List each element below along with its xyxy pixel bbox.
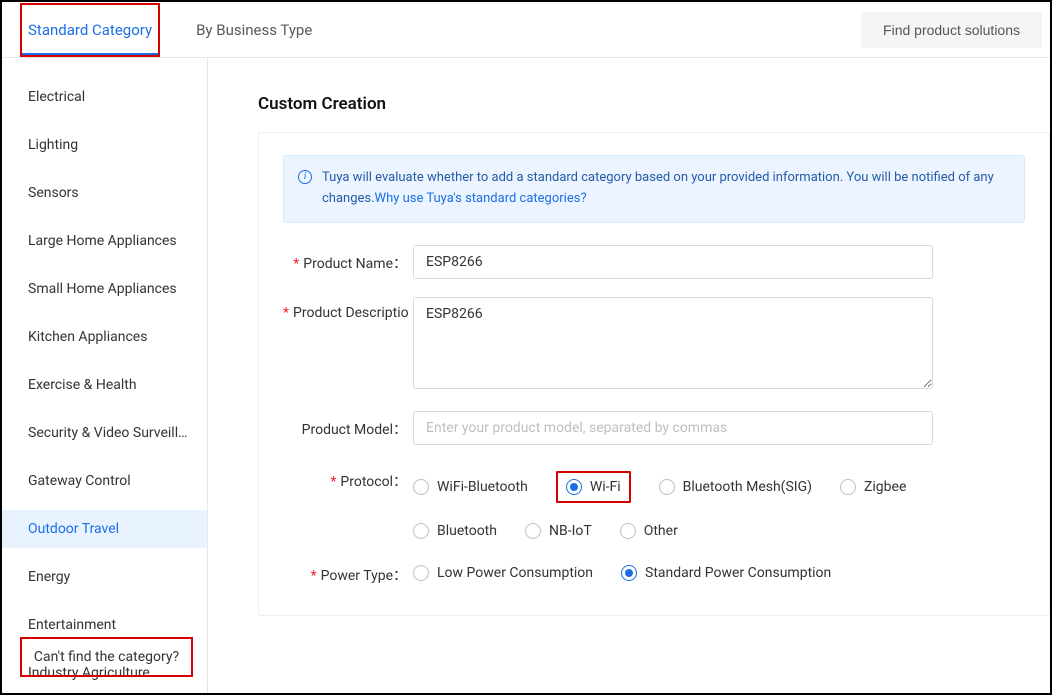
page-title: Custom Creation	[258, 94, 1050, 114]
row-product-model: Product Model：	[283, 411, 1025, 445]
radio-icon	[413, 523, 429, 539]
label-protocol: *Protocol：	[283, 463, 413, 491]
radio-icon	[413, 565, 429, 581]
radio-icon	[621, 565, 637, 581]
protocol-nbiot[interactable]: NB-IoT	[525, 523, 592, 539]
layout: Electrical Lighting Sensors Large Home A…	[2, 58, 1050, 693]
sidebar-item-large-home-appliances[interactable]: Large Home Appliances	[2, 222, 207, 260]
power-type-radio-group: Low Power Consumption Standard Power Con…	[413, 557, 1025, 581]
product-name-input[interactable]	[413, 245, 933, 279]
power-low[interactable]: Low Power Consumption	[413, 565, 593, 581]
label-product-description: *Product Descriptio	[283, 297, 413, 321]
radio-label: Bluetooth Mesh(SIG)	[683, 479, 812, 495]
form-card: i Tuya will evaluate whether to add a st…	[258, 132, 1050, 616]
find-product-solutions-button[interactable]: Find product solutions	[861, 12, 1042, 48]
radio-icon	[840, 479, 856, 495]
power-standard[interactable]: Standard Power Consumption	[621, 565, 831, 581]
radio-label: Other	[644, 523, 678, 539]
product-description-input[interactable]: ESP8266	[413, 297, 933, 389]
label-power-type: *Power Type：	[283, 557, 413, 585]
radio-label: Wi-Fi	[590, 479, 621, 495]
cant-find-category-link[interactable]: Can't find the category?	[20, 637, 193, 677]
protocol-wifi-bluetooth[interactable]: WiFi-Bluetooth	[413, 471, 528, 503]
info-banner-text: Tuya will evaluate whether to add a stan…	[322, 168, 1010, 210]
tab-by-business-type[interactable]: By Business Type	[190, 3, 318, 57]
radio-label: Bluetooth	[437, 523, 497, 539]
top-bar: Standard Category By Business Type Find …	[2, 2, 1050, 58]
row-product-name: *Product Name：	[283, 245, 1025, 279]
protocol-zigbee[interactable]: Zigbee	[840, 471, 906, 503]
row-power-type: *Power Type： Low Power Consumption Stand…	[283, 557, 1025, 585]
radio-icon	[620, 523, 636, 539]
radio-label: Zigbee	[864, 479, 906, 495]
radio-label: WiFi-Bluetooth	[437, 479, 528, 495]
protocol-bluetooth[interactable]: Bluetooth	[413, 523, 497, 539]
radio-icon	[413, 479, 429, 495]
protocol-bluetooth-mesh[interactable]: Bluetooth Mesh(SIG)	[659, 471, 812, 503]
protocol-wifi[interactable]: Wi-Fi	[556, 471, 631, 503]
info-icon: i	[298, 170, 312, 184]
sidebar-item-gateway-control[interactable]: Gateway Control	[2, 462, 207, 500]
label-product-model: Product Model：	[283, 411, 413, 439]
radio-icon	[566, 479, 582, 495]
radio-label: NB-IoT	[549, 523, 592, 539]
radio-icon	[659, 479, 675, 495]
row-protocol: *Protocol： WiFi-Bluetooth Wi-Fi	[283, 463, 1025, 539]
product-model-input[interactable]	[413, 411, 933, 445]
sidebar-item-exercise-health[interactable]: Exercise & Health	[2, 366, 207, 404]
label-product-name: *Product Name：	[283, 245, 413, 273]
protocol-radio-group-2: Bluetooth NB-IoT Other	[413, 515, 1025, 539]
sidebar-item-kitchen-appliances[interactable]: Kitchen Appliances	[2, 318, 207, 356]
sidebar: Electrical Lighting Sensors Large Home A…	[2, 58, 208, 693]
protocol-radio-group: WiFi-Bluetooth Wi-Fi Bluetooth Mesh(SIG)	[413, 463, 1025, 503]
main: Custom Creation i Tuya will evaluate whe…	[208, 58, 1050, 693]
row-product-description: *Product Descriptio ESP8266	[283, 297, 1025, 393]
radio-icon	[525, 523, 541, 539]
sidebar-item-small-home-appliances[interactable]: Small Home Appliances	[2, 270, 207, 308]
info-banner: i Tuya will evaluate whether to add a st…	[283, 155, 1025, 223]
banner-link[interactable]: Why use Tuya's standard categories?	[375, 191, 587, 206]
sidebar-item-electrical[interactable]: Electrical	[2, 78, 207, 116]
tab-standard-category[interactable]: Standard Category	[20, 3, 160, 57]
sidebar-item-outdoor-travel[interactable]: Outdoor Travel	[2, 510, 207, 548]
sidebar-item-lighting[interactable]: Lighting	[2, 126, 207, 164]
sidebar-item-sensors[interactable]: Sensors	[2, 174, 207, 212]
radio-label: Standard Power Consumption	[645, 565, 831, 581]
protocol-other[interactable]: Other	[620, 523, 678, 539]
sidebar-item-security-video[interactable]: Security & Video Surveill…	[2, 414, 207, 452]
sidebar-item-energy[interactable]: Energy	[2, 558, 207, 596]
tabs: Standard Category By Business Type	[20, 3, 318, 57]
radio-label: Low Power Consumption	[437, 565, 593, 581]
